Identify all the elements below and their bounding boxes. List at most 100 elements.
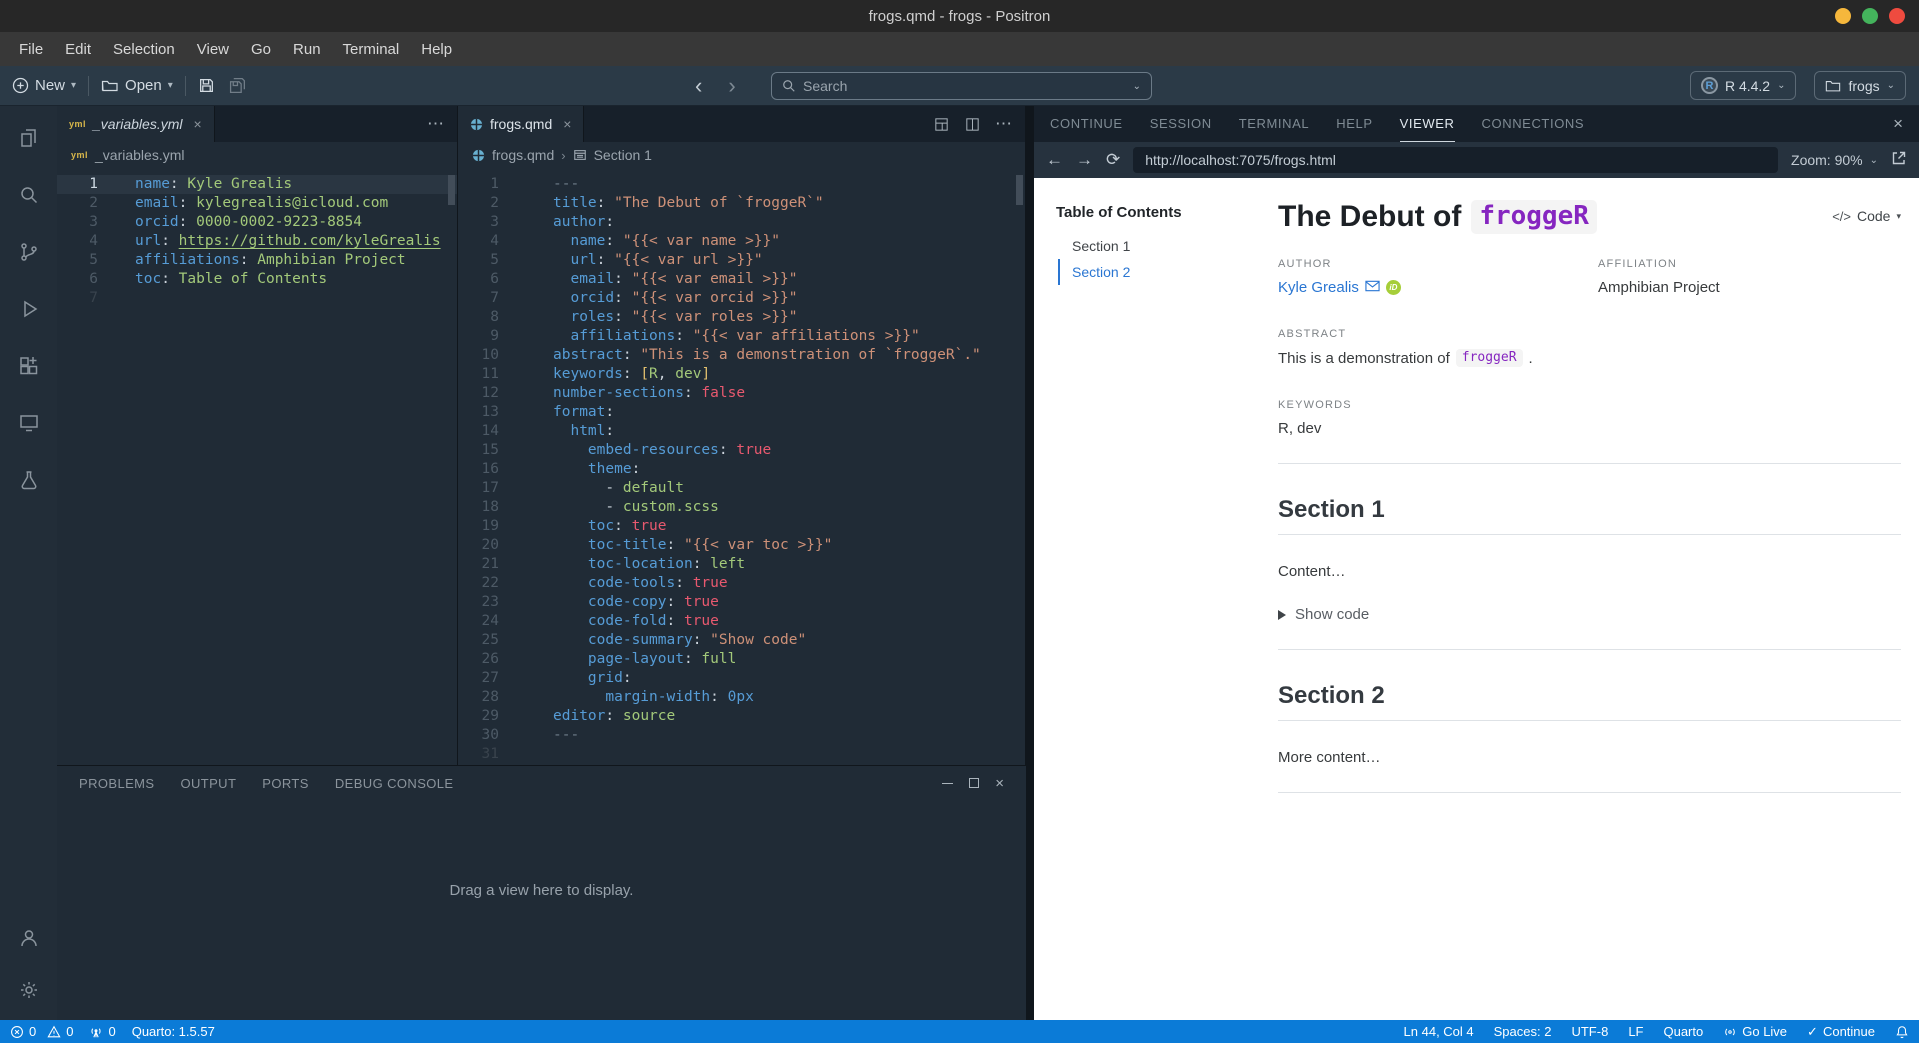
remote-devices-icon[interactable] [9,403,49,443]
code-line[interactable]: 10 abstract: "This is a demonstration of … [458,346,1025,365]
close-button[interactable] [1889,8,1905,24]
code-line[interactable]: 11 keywords: [R, dev] [458,365,1025,384]
tab-frogs-qmd[interactable]: frogs.qmd × [458,106,585,142]
tab-terminal[interactable]: TERMINAL [1239,106,1310,142]
extensions-icon[interactable] [9,346,49,386]
code-line[interactable]: 15 embed-resources: true [458,441,1025,460]
editor-frogs-qmd[interactable]: 1 --- 2 title: "The Debut of `froggeR`" 3 aut… [458,168,1025,765]
encoding-status[interactable]: UTF-8 [1571,1024,1608,1039]
interpreter-selector[interactable]: R R 4.4.2 ⌄ [1689,71,1797,100]
code-line[interactable]: 20 toc-title: "{{< var toc >}}" [458,536,1025,555]
menu-terminal[interactable]: Terminal [332,41,411,58]
toc-item-section-1[interactable]: Section 1 [1058,233,1238,259]
save-button[interactable] [198,77,215,94]
code-line[interactable]: 18 - custom.scss [458,498,1025,517]
show-code-toggle[interactable]: Show code [1278,606,1901,623]
code-line[interactable]: 2 title: "The Debut of `froggeR`" [458,194,1025,213]
viewer-reload-icon[interactable]: ⟳ [1106,150,1120,170]
go-live-button[interactable]: Go Live [1723,1024,1787,1039]
code-line[interactable]: 5 affiliations: Amphibian Project [57,251,457,270]
split-editor-icon[interactable] [964,116,981,133]
tab-session[interactable]: SESSION [1150,106,1212,142]
code-line[interactable]: 4 name: "{{< var name >}}" [458,232,1025,251]
code-line[interactable]: 2 email: kylegrealis@icloud.com [57,194,457,213]
menu-go[interactable]: Go [240,41,282,58]
code-line[interactable]: 27 grid: [458,669,1025,688]
notifications-bell[interactable] [1895,1025,1909,1039]
testing-flask-icon[interactable] [9,460,49,500]
cursor-position[interactable]: Ln 44, Col 4 [1404,1024,1474,1039]
code-line[interactable]: 26 page-layout: full [458,650,1025,669]
code-line[interactable]: 30 --- [458,726,1025,745]
source-control-icon[interactable] [9,232,49,272]
editor-variables-yml[interactable]: 1 name: Kyle Grealis 2 email: kylegrealis@i… [57,168,457,765]
code-line[interactable]: 24 code-fold: true [458,612,1025,631]
new-button[interactable]: New ▾ [12,77,76,94]
breadcrumb-left[interactable]: yml _variables.yml [57,142,457,168]
code-line[interactable]: 6 toc: Table of Contents [57,270,457,289]
viewer-back-icon[interactable]: ← [1046,150,1063,170]
toc-item-section-2[interactable]: Section 2 [1058,259,1238,285]
author-link[interactable]: Kyle Grealis [1278,279,1359,296]
code-line[interactable]: 19 toc: true [458,517,1025,536]
global-search[interactable]: Search ⌄ [771,72,1152,100]
account-icon[interactable] [9,918,49,958]
indentation-status[interactable]: Spaces: 2 [1494,1024,1552,1039]
maximize-button[interactable] [1862,8,1878,24]
code-line[interactable]: 1 name: Kyle Grealis [57,175,457,194]
tab-ports[interactable]: PORTS [262,776,309,791]
breadcrumb-right[interactable]: frogs.qmd › Section 1 [458,142,1025,168]
search-sidebar-icon[interactable] [9,175,49,215]
code-line[interactable]: 14 html: [458,422,1025,441]
code-line[interactable]: 7 [57,289,457,308]
code-line[interactable]: 31 [458,745,1025,764]
problems-status[interactable]: 0 0 [10,1024,73,1039]
code-line[interactable]: 9 affiliations: "{{< var affiliations >}… [458,327,1025,346]
menu-help[interactable]: Help [410,41,463,58]
minimize-button[interactable] [1835,8,1851,24]
code-line[interactable]: 8 roles: "{{< var roles >}}" [458,308,1025,327]
back-button[interactable]: ‹ [695,74,702,97]
workspace-selector[interactable]: frogs ⌄ [1814,71,1906,100]
language-mode[interactable]: Quarto [1663,1024,1703,1039]
code-line[interactable]: 12 number-sections: false [458,384,1025,403]
code-tools-button[interactable]: </> Code ▾ [1832,208,1901,224]
settings-gear-icon[interactable] [9,970,49,1010]
code-line[interactable]: 23 code-copy: true [458,593,1025,612]
viewer-zoom-control[interactable]: Zoom: 90% ⌄ [1791,152,1878,168]
tab-output[interactable]: OUTPUT [180,776,236,791]
explorer-icon[interactable] [9,118,49,158]
quarto-version-status[interactable]: Quarto: 1.5.57 [132,1024,215,1039]
code-line[interactable]: 29 editor: source [458,707,1025,726]
email-icon[interactable] [1365,279,1380,296]
code-line[interactable]: 3 orcid: 0000-0002-9223-8854 [57,213,457,232]
tab-help[interactable]: HELP [1336,106,1372,142]
code-line[interactable]: 17 - default [458,479,1025,498]
code-line[interactable]: 25 code-summary: "Show code" [458,631,1025,650]
eol-status[interactable]: LF [1628,1024,1643,1039]
open-button[interactable]: Open ▾ [101,77,173,94]
close-panel-icon[interactable]: × [995,776,1004,791]
tab-viewer[interactable]: VIEWER [1399,106,1455,142]
tab-problems[interactable]: PROBLEMS [79,776,154,791]
code-line[interactable]: 4 url: https://github.com/kyleGrealis [57,232,457,251]
menu-run[interactable]: Run [282,41,332,58]
maximize-panel-icon[interactable] [969,778,980,788]
code-line[interactable]: 3 author: [458,213,1025,232]
tab-debug-console[interactable]: DEBUG CONSOLE [335,776,454,791]
tab-variables-yml[interactable]: yml _variables.yml × [57,106,215,142]
code-line[interactable]: 28 margin-width: 0px [458,688,1025,707]
menu-edit[interactable]: Edit [54,41,102,58]
code-line[interactable]: 16 theme: [458,460,1025,479]
viewer-forward-icon[interactable]: → [1076,150,1093,170]
orcid-icon[interactable]: iD [1385,280,1401,295]
code-line[interactable]: 22 code-tools: true [458,574,1025,593]
open-in-browser-icon[interactable] [1891,150,1907,171]
tab-continue[interactable]: CONTINUE [1050,106,1123,142]
forward-button[interactable]: › [728,74,735,97]
save-all-button[interactable] [229,77,247,94]
close-panel-icon[interactable]: × [1893,106,1903,142]
code-line[interactable]: 5 url: "{{< var url >}}" [458,251,1025,270]
code-line[interactable]: 1 --- [458,175,1025,194]
code-line[interactable]: 7 orcid: "{{< var orcid >}}" [458,289,1025,308]
